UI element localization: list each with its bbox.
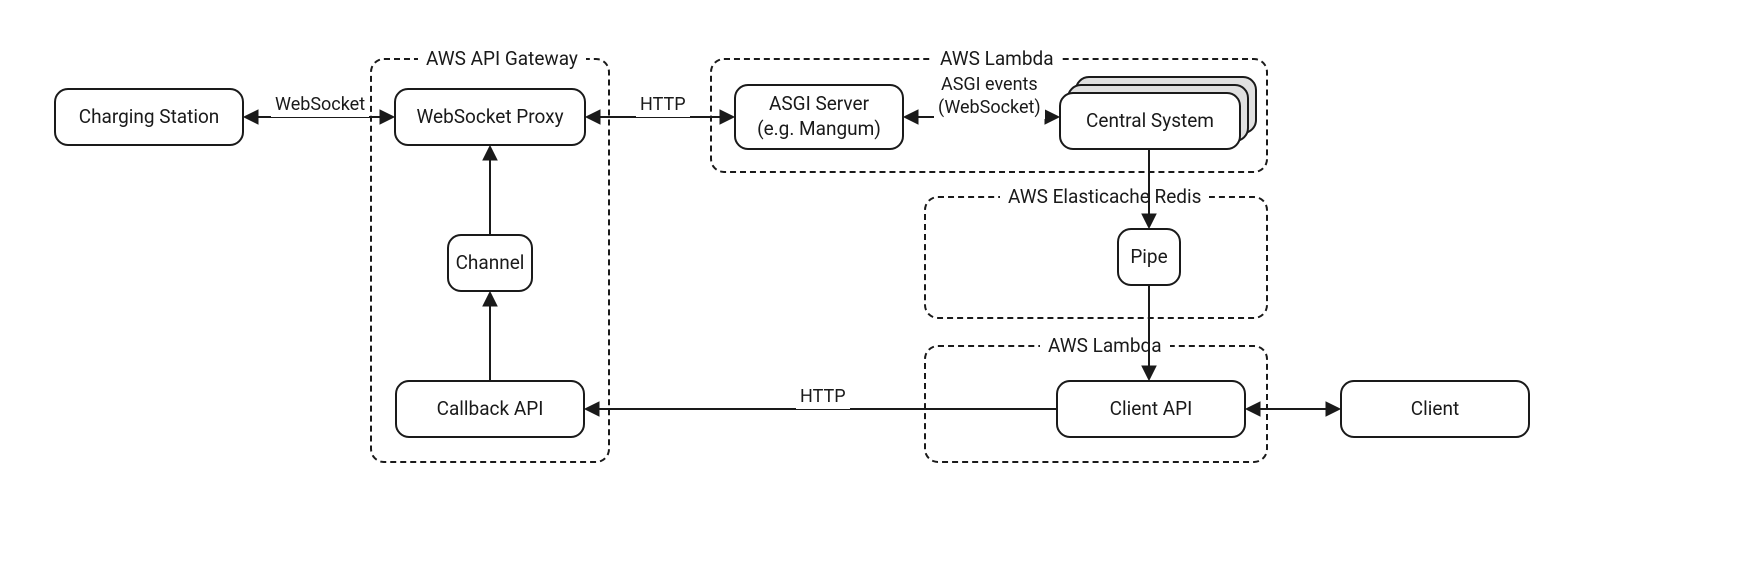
edge-label-asgi-events: ASGI events (WebSocket)	[934, 74, 1045, 119]
node-label: Pipe	[1130, 245, 1167, 270]
node-client: Client	[1340, 380, 1530, 438]
node-label: WebSocket Proxy	[416, 105, 563, 130]
node-asgi-server: ASGI Server (e.g. Mangum)	[734, 84, 904, 150]
group-aws-elasticache	[924, 196, 1268, 319]
node-callback-api: Callback API	[395, 380, 585, 438]
edge-label-http-top: HTTP	[636, 94, 690, 117]
node-channel: Channel	[447, 234, 533, 292]
group-label-aws-elasticache: AWS Elasticache Redis	[1000, 185, 1209, 208]
node-label: Client	[1411, 397, 1459, 422]
node-label: Channel	[456, 251, 525, 276]
group-label-aws-lambda-top: AWS Lambda	[932, 47, 1062, 70]
node-label: Charging Station	[79, 105, 220, 130]
edge-label-websocket: WebSocket	[271, 94, 369, 117]
edge-label-http-bottom: HTTP	[796, 386, 850, 409]
node-charging-station: Charging Station	[54, 88, 244, 146]
node-label: Callback API	[437, 397, 544, 422]
node-client-api: Client API	[1056, 380, 1246, 438]
node-label: ASGI Server (e.g. Mangum)	[757, 92, 881, 141]
node-label: Central System	[1086, 109, 1214, 134]
node-pipe: Pipe	[1117, 228, 1181, 286]
node-label: Client API	[1110, 397, 1193, 422]
node-central-system: Central System	[1059, 92, 1241, 150]
group-label-aws-api-gateway: AWS API Gateway	[418, 47, 586, 70]
group-label-aws-lambda-bottom: AWS Lambda	[1040, 334, 1170, 357]
node-websocket-proxy: WebSocket Proxy	[394, 88, 586, 146]
